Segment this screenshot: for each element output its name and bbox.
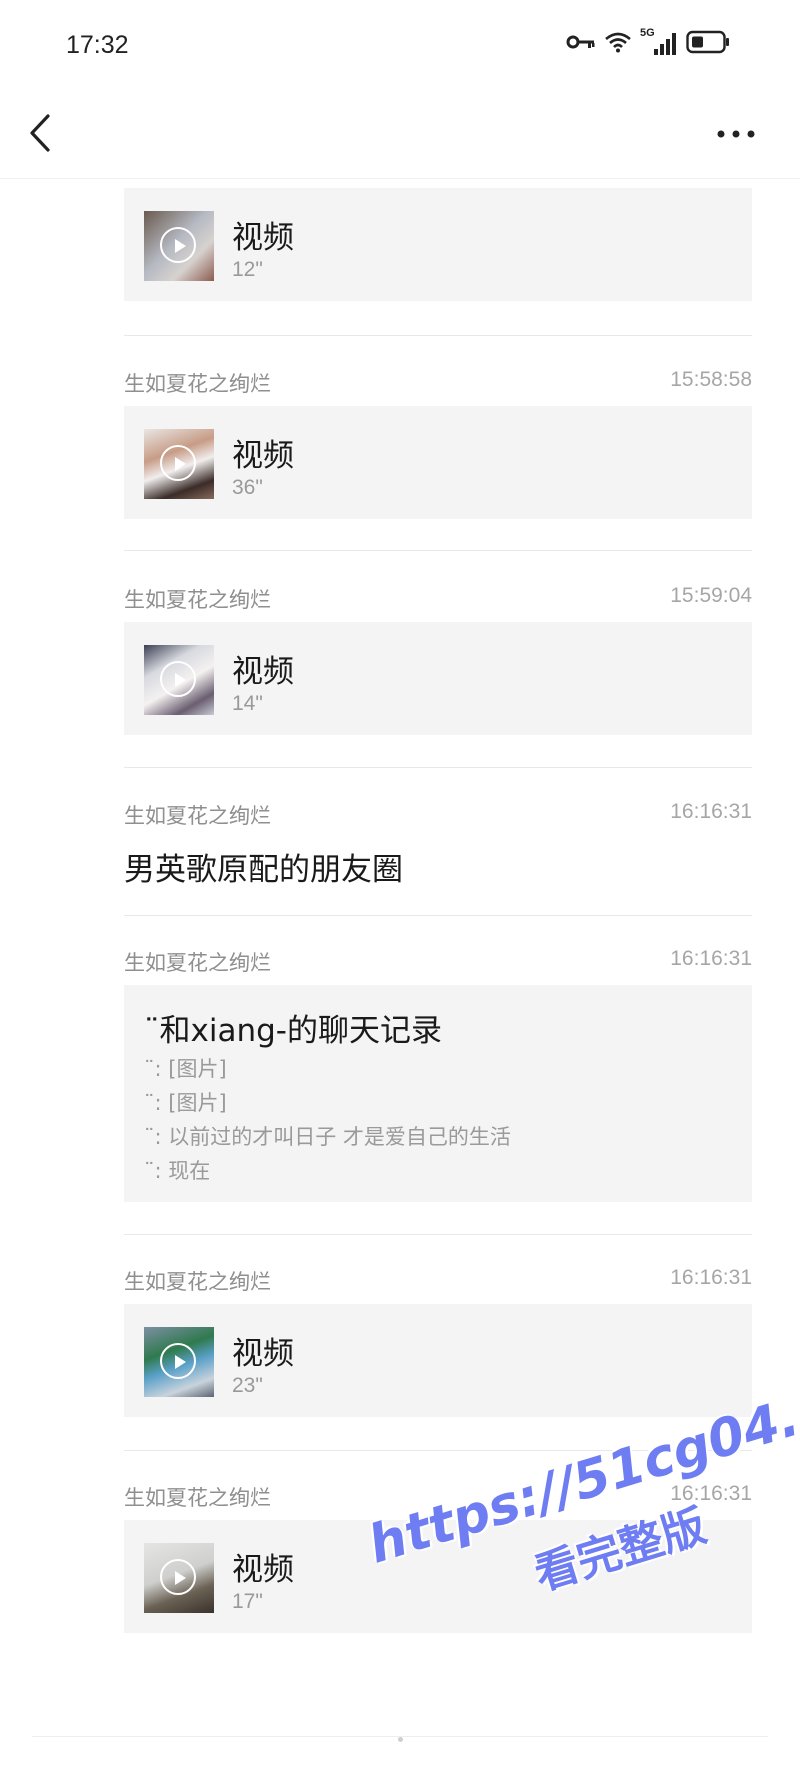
divider	[124, 767, 752, 768]
video-thumbnail	[144, 645, 214, 715]
chat-record-line: ¨: [图片]	[144, 1091, 227, 1115]
video-duration: 17"	[232, 1590, 263, 1613]
vpn-key-icon	[566, 33, 596, 55]
video-thumbnail	[144, 211, 214, 281]
video-card[interactable]: 视频 14"	[124, 622, 752, 735]
message-time: 16:16:31	[670, 1266, 752, 1289]
message-time: 16:16:31	[670, 800, 752, 823]
chevron-left-icon	[30, 114, 50, 152]
back-button[interactable]	[24, 108, 64, 158]
message-time: 15:59:04	[670, 584, 752, 607]
video-label: 视频	[232, 1552, 294, 1588]
chat-record-title: ¨和xiang-的聊天记录	[144, 1013, 442, 1049]
scroll-indicator-dot	[398, 1737, 403, 1742]
sender-name: 生如夏花之绚烂	[124, 951, 271, 975]
divider	[124, 550, 752, 551]
more-button[interactable]	[716, 126, 756, 142]
video-card[interactable]: 视频 36"	[124, 406, 752, 519]
play-icon	[160, 661, 196, 697]
message-time: 16:16:31	[670, 947, 752, 970]
play-icon	[160, 445, 196, 481]
sender-name: 生如夏花之绚烂	[124, 1486, 271, 1510]
wifi-icon	[604, 31, 632, 57]
video-card[interactable]: 视频 12"	[124, 188, 752, 301]
video-duration: 14"	[232, 692, 263, 715]
sender-name: 生如夏花之绚烂	[124, 588, 271, 612]
nav-bar	[0, 90, 800, 179]
list-item[interactable]: 生如夏花之绚烂 15:58:58 视频 36"	[124, 368, 752, 523]
sender-name: 生如夏花之绚烂	[124, 1270, 271, 1294]
video-thumbnail	[144, 429, 214, 499]
video-label: 视频	[232, 438, 294, 474]
divider	[124, 915, 752, 916]
status-time: 17:32	[66, 31, 129, 59]
list-item[interactable]: 生如夏花之绚烂 16:16:31 ¨和xiang-的聊天记录 ¨: [图片] ¨…	[124, 947, 752, 1207]
list-item[interactable]: 生如夏花之绚烂 16:16:31 男英歌原配的朋友圈	[124, 800, 752, 910]
video-label: 视频	[232, 220, 294, 256]
play-icon	[160, 227, 196, 263]
video-thumbnail	[144, 1543, 214, 1613]
chat-record-card[interactable]: ¨和xiang-的聊天记录 ¨: [图片] ¨: [图片] ¨: 以前过的才叫日…	[124, 985, 752, 1202]
chat-record-line: ¨: 现在	[144, 1159, 211, 1183]
signal-icon: 5G	[640, 27, 678, 57]
play-icon	[160, 1343, 196, 1379]
video-label: 视频	[232, 654, 294, 690]
sender-name: 生如夏花之绚烂	[124, 804, 271, 828]
battery-icon	[686, 30, 730, 58]
chat-record-line: ¨: 以前过的才叫日子 才是爱自己的生活	[144, 1125, 511, 1149]
more-dots-icon	[717, 130, 755, 138]
chat-record-line: ¨: [图片]	[144, 1057, 227, 1081]
video-duration: 23"	[232, 1374, 263, 1397]
play-icon	[160, 1559, 196, 1595]
video-thumbnail	[144, 1327, 214, 1397]
video-duration: 36"	[232, 476, 263, 499]
list-item[interactable]: 生如夏花之绚烂 15:59:04 视频 14"	[124, 584, 752, 739]
video-label: 视频	[232, 1336, 294, 1372]
text-message[interactable]: 男英歌原配的朋友圈	[124, 844, 403, 889]
sender-name: 生如夏花之绚烂	[124, 372, 271, 396]
message-time: 15:58:58	[670, 368, 752, 391]
status-bar: 17:32 5G	[0, 0, 800, 90]
video-duration: 12"	[232, 258, 263, 281]
status-icons: 5G	[566, 27, 730, 58]
divider	[124, 335, 752, 336]
divider	[124, 1234, 752, 1235]
